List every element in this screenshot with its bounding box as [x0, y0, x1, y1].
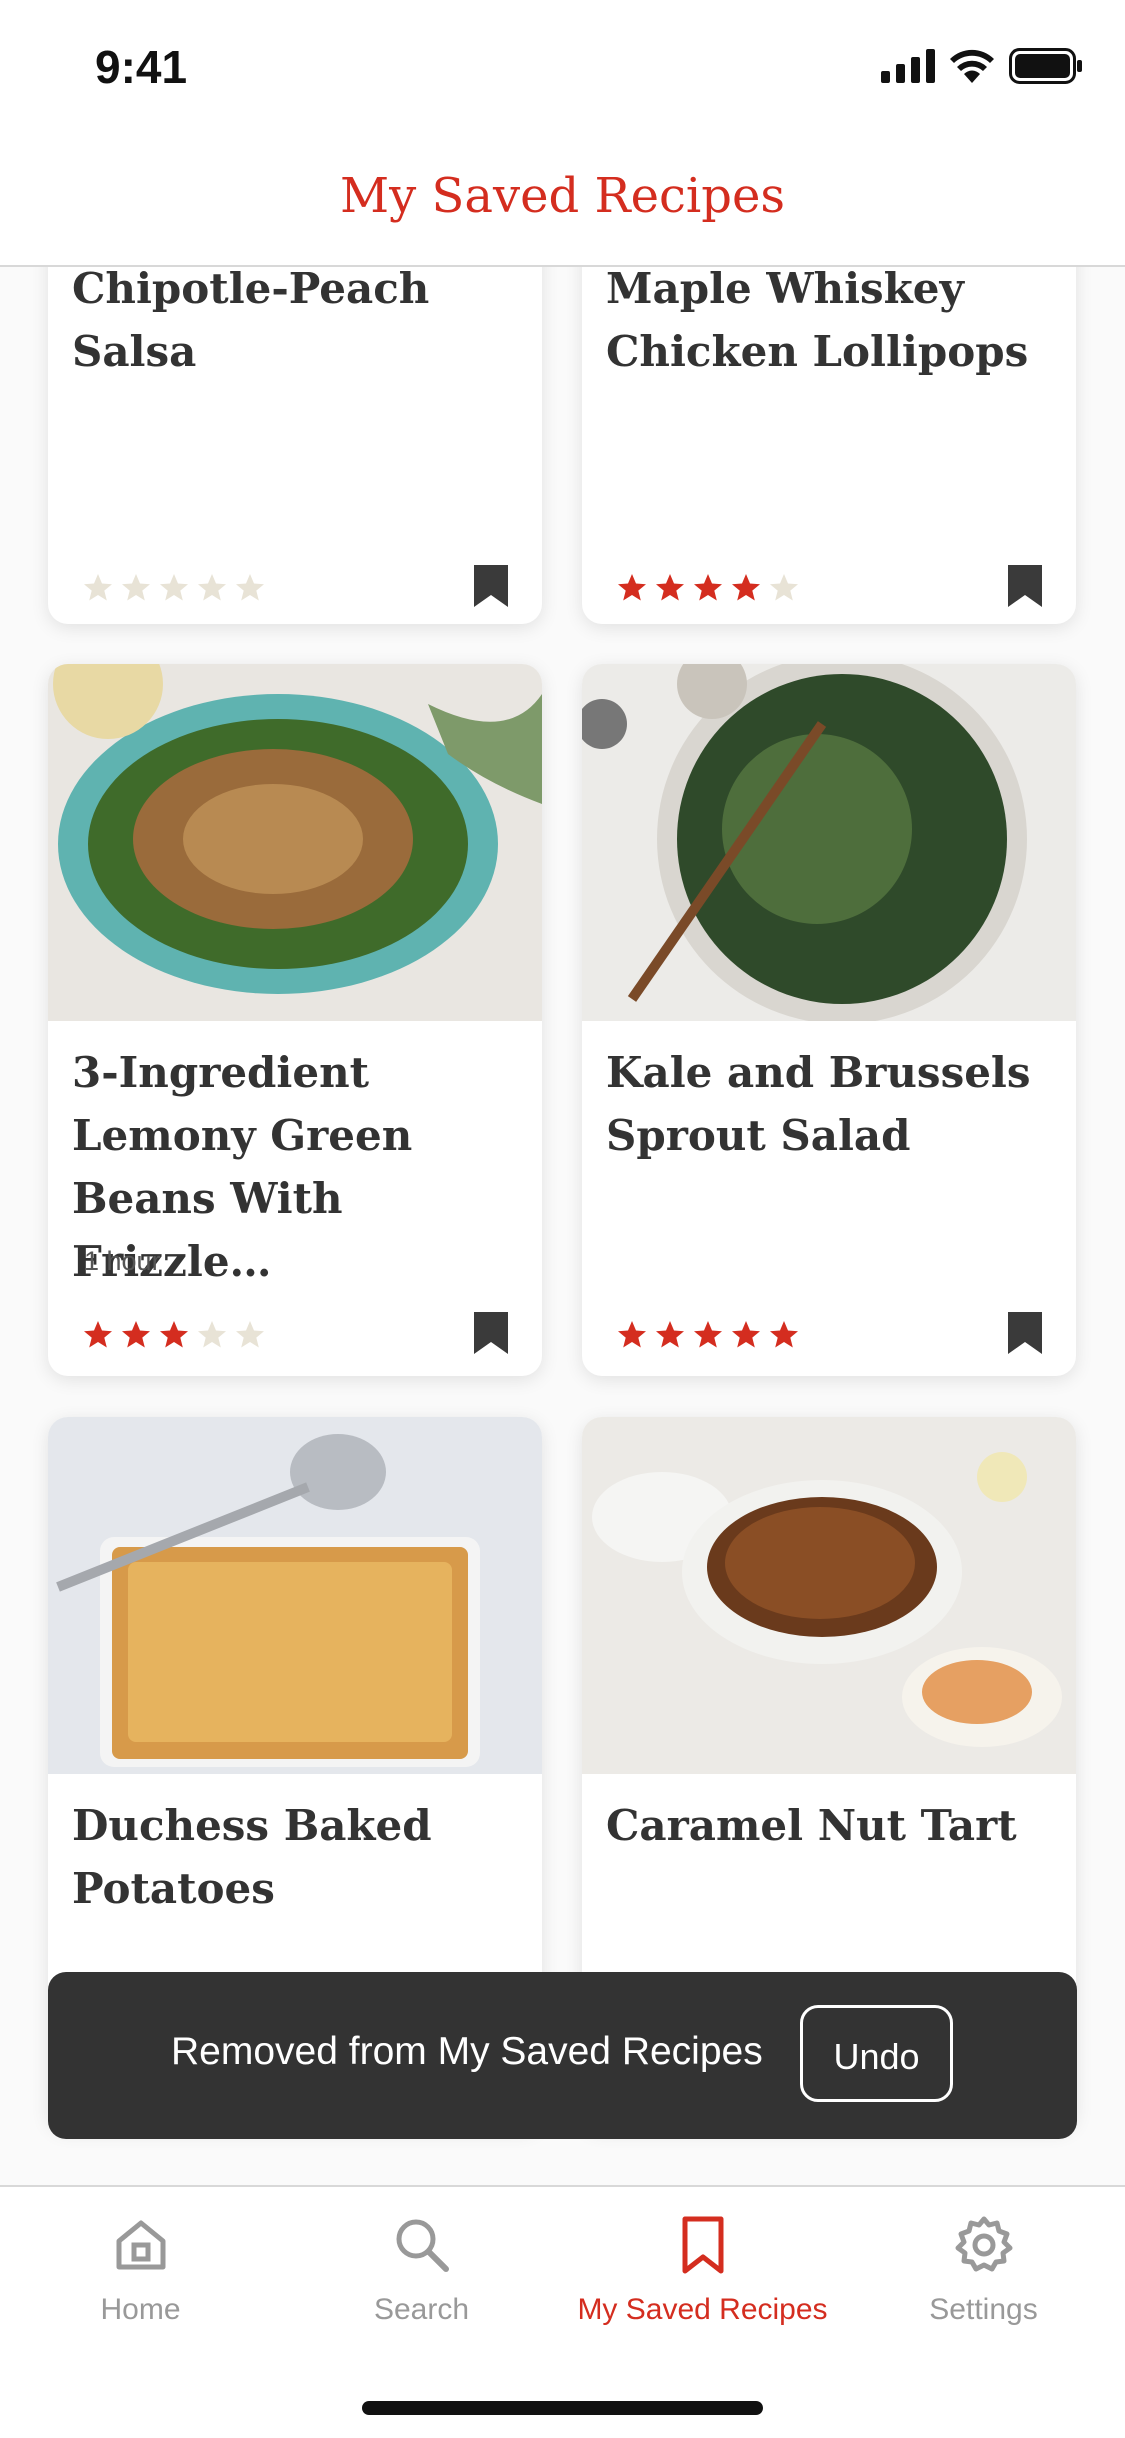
undo-button[interactable]: Undo — [800, 2005, 953, 2102]
battery-icon — [1009, 48, 1082, 84]
recipe-card[interactable]: Chipotle-Peach Salsa — [48, 267, 542, 624]
star-filled-icon — [656, 1321, 684, 1348]
star-empty-icon — [122, 574, 150, 601]
star-rating — [616, 1319, 800, 1351]
star-filled-icon — [618, 574, 646, 601]
star-empty-icon — [236, 1321, 264, 1348]
recipe-card[interactable]: Maple Whiskey Chicken Lollipops — [582, 267, 1076, 624]
star-filled-icon — [122, 1321, 150, 1348]
search-icon — [396, 2219, 449, 2272]
recipe-title: Maple Whiskey Chicken Lollipops — [606, 267, 1029, 376]
tab-search-label: Search — [373, 2293, 470, 2326]
recipe-image — [582, 664, 1076, 1021]
recipe-list[interactable]: Chipotle-Peach Salsa Maple Whiskey Chick… — [0, 267, 1125, 2185]
recipe-image — [48, 664, 542, 1021]
bookmark-icon — [682, 2216, 723, 2274]
star-empty-icon — [198, 1321, 226, 1348]
toast-message: Removed from My Saved Recipes — [171, 2030, 763, 2073]
recipe-image — [582, 1417, 1076, 1774]
star-rating — [82, 572, 266, 604]
recipe-title: Duchess Baked Potatoes — [72, 1801, 432, 1913]
recipe-time: 1 hour — [84, 1246, 161, 1276]
tab-settings[interactable]: Settings — [843, 2215, 1124, 2327]
star-empty-icon — [160, 574, 188, 601]
status-bar: 9:41 — [0, 0, 1125, 140]
star-filled-icon — [770, 1321, 798, 1348]
star-rating — [82, 1319, 266, 1351]
cellular-signal-icon — [881, 49, 935, 83]
star-empty-icon — [236, 574, 264, 601]
star-filled-icon — [618, 1321, 646, 1348]
recipe-card[interactable]: 3-Ingredient Lemony Green Beans With Fri… — [48, 664, 542, 1376]
tab-settings-label: Settings — [929, 2293, 1038, 2326]
bookmark-icon[interactable] — [1008, 565, 1042, 607]
bookmark-icon[interactable] — [474, 1312, 508, 1354]
star-filled-icon — [694, 1321, 722, 1348]
star-filled-icon — [694, 574, 722, 601]
tab-my-saved-recipes[interactable]: My Saved Recipes — [562, 2215, 843, 2327]
home-indicator[interactable] — [362, 2401, 763, 2415]
tab-my-saved-recipes-label: My Saved Recipes — [577, 2293, 828, 2326]
gear-icon — [955, 2216, 1012, 2272]
toast-snackbar: Removed from My Saved Recipes Undo — [48, 1972, 1077, 2139]
star-filled-icon — [84, 1321, 112, 1348]
recipe-title: Kale and Brussels Sprout Salad — [606, 1048, 1031, 1160]
star-filled-icon — [656, 574, 684, 601]
status-time: 9:41 — [95, 41, 188, 93]
home-icon — [116, 2220, 165, 2270]
recipe-title: Chipotle-Peach Salsa — [72, 267, 430, 376]
star-filled-icon — [732, 1321, 760, 1348]
star-empty-icon — [84, 574, 112, 601]
star-empty-icon — [198, 574, 226, 601]
recipe-card[interactable]: Kale and Brussels Sprout Salad — [582, 664, 1076, 1376]
star-filled-icon — [160, 1321, 188, 1348]
nav-header: My Saved Recipes — [0, 140, 1125, 267]
recipe-title: Caramel Nut Tart — [606, 1801, 1017, 1850]
bookmark-icon[interactable] — [474, 565, 508, 607]
page-title: My Saved Recipes — [339, 168, 786, 224]
wifi-icon — [950, 49, 994, 83]
star-filled-icon — [732, 574, 760, 601]
bookmark-icon[interactable] — [1008, 1312, 1042, 1354]
star-rating — [616, 572, 800, 604]
recipe-image — [48, 1417, 542, 1774]
tab-home[interactable]: Home — [0, 2215, 281, 2327]
tab-home-label: Home — [100, 2293, 181, 2326]
star-empty-icon — [770, 574, 798, 601]
tab-search[interactable]: Search — [281, 2215, 562, 2327]
